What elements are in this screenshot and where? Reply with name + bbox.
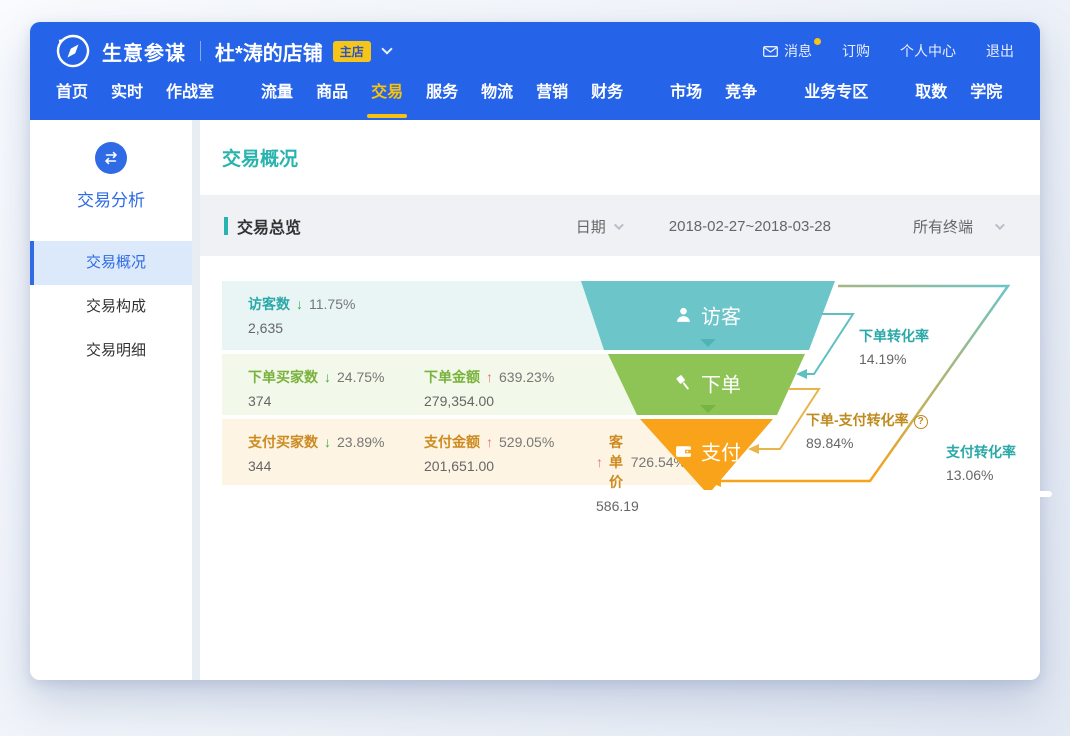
conversion-value: 89.84% bbox=[806, 435, 928, 451]
nav-item-traffic[interactable]: 流量 bbox=[261, 70, 293, 120]
gavel-icon bbox=[675, 375, 692, 392]
terminal-filter-label: 所有终端 bbox=[913, 216, 973, 237]
main-nav: 首页 实时 作战室 流量 商品 交易 服务 物流 营销 财务 市场 竞争 业务专… bbox=[30, 70, 1040, 120]
funnel-stage-order: 下单 bbox=[675, 369, 741, 398]
help-icon[interactable]: ? bbox=[914, 415, 928, 429]
sidebar-section-title: 交易分析 bbox=[30, 186, 192, 211]
page-title: 交易概况 bbox=[222, 144, 298, 171]
nav-item-home[interactable]: 首页 bbox=[56, 70, 88, 120]
conversion-label: 下单转化率 bbox=[859, 326, 929, 346]
nav-item-realtime[interactable]: 实时 bbox=[111, 70, 143, 120]
section-marker bbox=[224, 217, 228, 235]
profile-link[interactable]: 个人中心 bbox=[900, 41, 956, 61]
chevron-down-icon bbox=[614, 220, 624, 230]
sidebar-item-transaction-overview[interactable]: 交易概况 bbox=[30, 241, 192, 285]
nav-item-transaction[interactable]: 交易 bbox=[371, 70, 403, 120]
conversion-value: 13.06% bbox=[946, 467, 1016, 483]
nav-item-market[interactable]: 市场 bbox=[670, 70, 702, 120]
nav-item-marketing[interactable]: 营销 bbox=[536, 70, 568, 120]
messages-label: 消息 bbox=[784, 41, 812, 61]
nav-item-finance[interactable]: 财务 bbox=[591, 70, 623, 120]
brand-name: 生意参谋 bbox=[102, 37, 186, 66]
funnel-chart: 访客数 ↓ 11.75% 2,635 下单买家数 bbox=[222, 278, 1013, 510]
stage-name: 访客 bbox=[701, 301, 741, 330]
transaction-analysis-icon bbox=[95, 142, 127, 174]
notification-dot bbox=[814, 38, 821, 45]
conversion-label: 下单-支付转化率 bbox=[806, 412, 909, 428]
conversion-value: 14.19% bbox=[859, 351, 929, 367]
app-window: 生意参谋 杜*涛的店铺 主店 消息 订购 个人中心 退出 bbox=[30, 22, 1040, 680]
wallet-icon bbox=[675, 443, 692, 460]
nav-item-war-room[interactable]: 作战室 bbox=[166, 70, 214, 120]
conversion-payment-rate: 支付转化率 13.06% bbox=[946, 442, 1016, 483]
date-range-value[interactable]: 2018-02-27~2018-03-28 bbox=[669, 218, 831, 235]
background-dash bbox=[1022, 491, 1052, 497]
header-divider bbox=[200, 41, 201, 61]
date-filter-dropdown[interactable]: 日期 bbox=[576, 216, 621, 237]
stage-name: 支付 bbox=[701, 437, 741, 466]
conversion-label: 支付转化率 bbox=[946, 442, 1016, 462]
app-header: 生意参谋 杜*涛的店铺 主店 消息 订购 个人中心 退出 bbox=[30, 22, 1040, 120]
section-title: 交易总览 bbox=[237, 214, 301, 238]
envelope-icon bbox=[763, 46, 778, 57]
logout-link[interactable]: 退出 bbox=[986, 41, 1014, 61]
funnel-stage-visitor: 访客 bbox=[675, 301, 741, 330]
nav-item-competition[interactable]: 竞争 bbox=[725, 70, 757, 120]
brand-logo-icon bbox=[56, 34, 90, 68]
date-filter-label: 日期 bbox=[576, 216, 606, 237]
shop-name: 杜*涛的店铺 bbox=[215, 37, 323, 66]
nav-item-data-extract[interactable]: 取数 bbox=[915, 70, 947, 120]
filter-bar: 交易总览 日期 2018-02-27~2018-03-28 所有终端 bbox=[200, 196, 1040, 256]
nav-item-academy[interactable]: 学院 bbox=[970, 70, 1002, 120]
conversion-order-rate: 下单转化率 14.19% bbox=[859, 326, 929, 367]
nav-item-product[interactable]: 商品 bbox=[316, 70, 348, 120]
sidebar: 交易分析 交易概况 交易构成 交易明细 bbox=[30, 120, 192, 680]
stage-name: 下单 bbox=[701, 369, 741, 398]
main-content: 交易概况 交易总览 日期 2018-02-27~2018-03-28 所有终端 bbox=[200, 120, 1040, 680]
shop-badge: 主店 bbox=[333, 41, 371, 62]
funnel-stage-payment: 支付 bbox=[675, 437, 741, 466]
sidebar-item-transaction-composition[interactable]: 交易构成 bbox=[30, 285, 192, 329]
person-icon bbox=[675, 307, 692, 324]
terminal-filter-dropdown[interactable]: 所有终端 bbox=[913, 216, 1002, 237]
funnel-shape bbox=[222, 278, 1013, 510]
nav-item-service[interactable]: 服务 bbox=[426, 70, 458, 120]
sidebar-item-transaction-detail[interactable]: 交易明细 bbox=[30, 329, 192, 373]
nav-item-business-zone[interactable]: 业务专区 bbox=[804, 70, 868, 120]
nav-item-logistics[interactable]: 物流 bbox=[481, 70, 513, 120]
messages-link[interactable]: 消息 bbox=[763, 41, 812, 61]
shop-chevron-down-icon[interactable] bbox=[381, 43, 392, 54]
chevron-down-icon bbox=[995, 220, 1005, 230]
conversion-order-payment-rate: 下单-支付转化率? 89.84% bbox=[806, 410, 928, 451]
subscribe-link[interactable]: 订购 bbox=[842, 41, 870, 61]
